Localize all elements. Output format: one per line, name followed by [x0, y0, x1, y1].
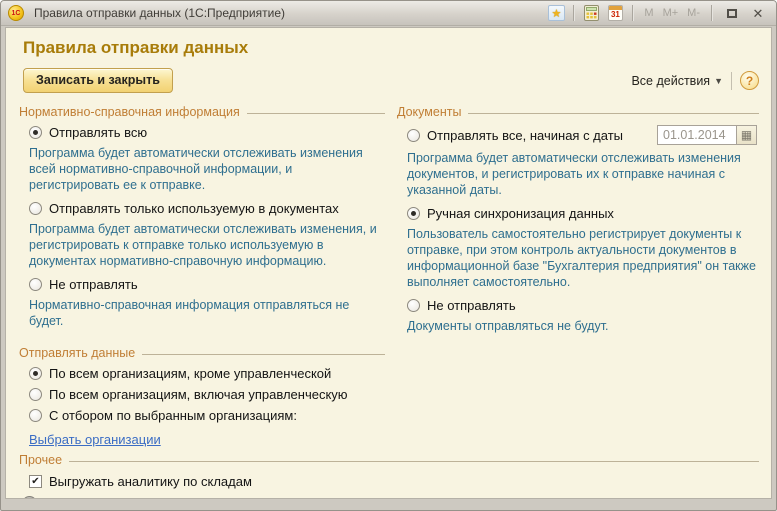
radio-description: Программа будет автоматически отслеживат… — [29, 221, 385, 269]
titlebar-controls: ★ 31 — [544, 4, 769, 23]
maximize-icon — [727, 9, 737, 18]
radio-all-orgs-except-management[interactable]: По всем организациям, кроме управленческ… — [29, 366, 385, 381]
radio-description: Пользователь самостоятельно регистрирует… — [407, 226, 759, 290]
radio-icon — [29, 278, 42, 291]
close-button[interactable]: ✕ — [747, 4, 769, 22]
section-title: Нормативно-справочная информация — [19, 105, 240, 119]
memory-m-plus-button[interactable]: М+ — [663, 7, 679, 19]
form-content: Правила отправки данных Записать и закры… — [5, 27, 772, 499]
section-documents: Документы Отправлять все, начиная с даты… — [397, 101, 759, 342]
save-and-close-button[interactable]: Записать и закрыть — [23, 68, 173, 93]
radio-manual-sync[interactable]: Ручная синхронизация данных — [407, 206, 759, 221]
radio-icon — [407, 207, 420, 220]
favorites-button[interactable]: ★ — [546, 4, 566, 23]
radio-no-send-docs[interactable]: Не отправлять — [407, 298, 759, 313]
page-title: Правила отправки данных — [23, 38, 759, 58]
section-header-nsi: Нормативно-справочная информация — [19, 105, 385, 119]
memory-m-button[interactable]: М — [644, 7, 653, 19]
calculator-icon — [584, 5, 599, 21]
chevron-down-icon: ▼ — [714, 76, 723, 86]
section-rule — [142, 354, 385, 355]
info-text: Ограничить изменение данных можно с помо… — [46, 497, 580, 500]
window-title: Правила отправки данных (1С:Предприятие) — [34, 6, 285, 20]
titlebar-separator — [711, 5, 712, 21]
radio-icon — [407, 129, 420, 142]
app-window: 1С Правила отправки данных (1С:Предприят… — [0, 0, 777, 511]
help-button[interactable]: ? — [740, 71, 759, 90]
radio-icon — [29, 388, 42, 401]
section-header-send-data: Отправлять данные — [19, 346, 385, 360]
date-field-group: ▦ — [657, 125, 757, 145]
section-rule — [468, 113, 759, 114]
two-column-area: Нормативно-справочная информация Отправл… — [19, 101, 759, 342]
calendar-grid-icon: ▦ — [741, 129, 752, 141]
all-actions-button[interactable]: Все действия ▼ — [631, 74, 723, 88]
radio-label: По всем организациям, кроме управленческ… — [49, 366, 331, 381]
radio-send-all-docs-from-date[interactable]: Отправлять все, начиная с даты ▦ — [407, 125, 759, 145]
check-icon: ✔ — [31, 477, 39, 487]
titlebar-separator — [573, 5, 574, 21]
1c-logo-icon: 1С — [8, 5, 24, 21]
calendar-button[interactable]: 31 — [605, 4, 625, 23]
form-toolbar: Записать и закрыть Все действия ▼ ? — [23, 68, 759, 93]
info-icon: i — [22, 496, 37, 499]
radio-send-all-nsi[interactable]: Отправлять всю — [29, 125, 385, 140]
radio-description: Нормативно-справочная информация отправл… — [29, 297, 385, 329]
radio-send-used-nsi[interactable]: Отправлять только используемую в докумен… — [29, 201, 385, 216]
radio-label: Не отправлять — [427, 298, 516, 313]
section-header-documents: Документы — [397, 105, 759, 119]
section-title: Документы — [397, 105, 461, 119]
section-nsi: Нормативно-справочная информация Отправл… — [19, 101, 385, 342]
radio-description: Программа будет автоматически отслеживат… — [29, 145, 385, 193]
checkbox-icon: ✔ — [29, 475, 42, 488]
radio-label: Ручная синхронизация данных — [427, 206, 614, 221]
section-rule — [247, 113, 385, 114]
section-rule — [69, 461, 759, 462]
radio-label: Не отправлять — [49, 277, 138, 292]
section-send-data: Отправлять данные По всем организациям, … — [19, 346, 385, 449]
checkbox-export-warehouse-analytics[interactable]: ✔ Выгружать аналитику по складам — [29, 474, 759, 489]
radio-label: Отправлять все, начиная с даты — [427, 128, 623, 143]
start-date-input[interactable] — [657, 125, 737, 145]
radio-label: По всем организациям, включая управленче… — [49, 387, 348, 402]
titlebar-separator — [632, 5, 633, 21]
radio-icon — [407, 299, 420, 312]
toolbar-separator — [731, 72, 732, 90]
maximize-button[interactable] — [721, 4, 743, 22]
toolbar-right: Все действия ▼ ? — [631, 71, 759, 90]
memory-m-minus-button[interactable]: М- — [687, 7, 700, 19]
section-header-other: Прочее — [19, 453, 759, 467]
radio-filter-by-selected-orgs[interactable]: С отбором по выбранным организациям: — [29, 408, 385, 423]
radio-label: С отбором по выбранным организациям: — [49, 408, 297, 423]
section-title: Отправлять данные — [19, 346, 135, 360]
radio-description: Документы отправляться не будут. — [407, 318, 759, 334]
all-actions-label: Все действия — [631, 74, 710, 88]
section-other: Прочее ✔ Выгружать аналитику по складам … — [19, 453, 759, 499]
radio-icon — [29, 409, 42, 422]
checkbox-label: Выгружать аналитику по складам — [49, 474, 252, 489]
radio-all-orgs-including-management[interactable]: По всем организациям, включая управленче… — [29, 387, 385, 402]
info-note: i Ограничить изменение данных можно с по… — [22, 496, 759, 499]
radio-icon — [29, 202, 42, 215]
calculator-memory-buttons: М М+ М- — [644, 7, 700, 19]
radio-description: Программа будет автоматически отслеживат… — [407, 150, 759, 198]
radio-label: Отправлять всю — [49, 125, 147, 140]
star-icon: ★ — [548, 5, 565, 21]
radio-label: Отправлять только используемую в докумен… — [49, 201, 339, 216]
close-icon: ✕ — [753, 7, 764, 20]
radio-icon — [29, 367, 42, 380]
radio-no-send-nsi[interactable]: Не отправлять — [29, 277, 385, 292]
radio-icon — [29, 126, 42, 139]
titlebar: 1С Правила отправки данных (1С:Предприят… — [1, 1, 776, 26]
select-organizations-link[interactable]: Выбрать организации — [29, 432, 161, 447]
date-picker-button[interactable]: ▦ — [737, 125, 757, 145]
calculator-button[interactable] — [581, 4, 601, 23]
section-title: Прочее — [19, 453, 62, 467]
calendar-icon: 31 — [608, 5, 623, 21]
